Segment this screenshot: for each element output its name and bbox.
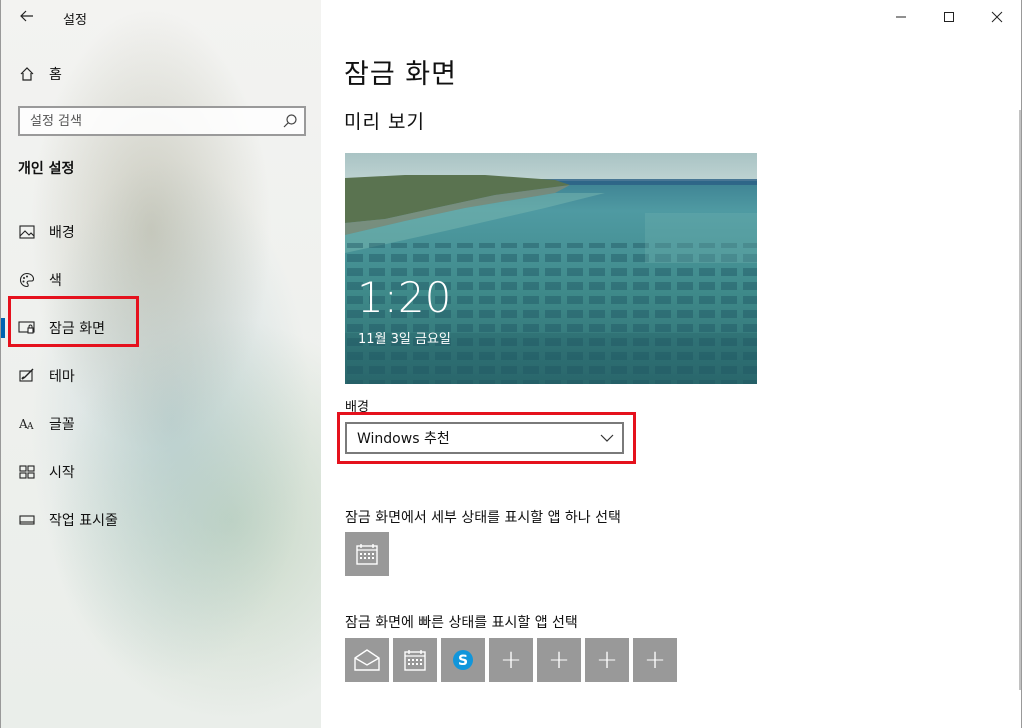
palette-icon bbox=[18, 271, 36, 289]
font-icon: AA bbox=[18, 415, 36, 433]
app-title: 설정 bbox=[63, 13, 87, 28]
search-input[interactable] bbox=[20, 113, 270, 129]
skype-icon: S bbox=[453, 650, 473, 670]
quick-app-add-button[interactable]: + bbox=[537, 638, 581, 682]
sidebar-item-label: 배경 bbox=[49, 225, 75, 241]
page-title: 잠금 화면 bbox=[344, 59, 457, 90]
quick-app-mail-button[interactable] bbox=[345, 638, 389, 682]
sidebar-item-label: 색 bbox=[49, 273, 62, 289]
sidebar-item-home[interactable]: 홈 bbox=[1, 58, 322, 90]
detail-status-heading: 잠금 화면에서 세부 상태를 표시할 앱 하나 선택 bbox=[345, 510, 621, 526]
lock-screen-preview: 1:20 11월 3일 금요일 bbox=[345, 153, 757, 384]
minimize-button[interactable] bbox=[877, 0, 925, 34]
sidebar-item-background[interactable]: 배경 bbox=[1, 208, 322, 256]
back-button[interactable] bbox=[13, 4, 41, 28]
window-controls bbox=[877, 0, 1021, 34]
quick-status-apps: S + + + + bbox=[345, 638, 677, 682]
scrollbar[interactable] bbox=[1019, 110, 1021, 690]
detail-status-app-button[interactable] bbox=[345, 532, 389, 576]
preview-time: 1:20 bbox=[357, 273, 452, 322]
section-heading: 개인 설정 bbox=[18, 161, 75, 177]
calendar-icon bbox=[356, 544, 378, 565]
quick-app-add-button[interactable]: + bbox=[585, 638, 629, 682]
calendar-icon bbox=[404, 650, 426, 671]
sidebar-item-label: 글꼴 bbox=[49, 417, 75, 433]
preview-date: 11월 3일 금요일 bbox=[358, 332, 451, 347]
search-box[interactable] bbox=[18, 106, 306, 136]
preview-heading: 미리 보기 bbox=[344, 111, 425, 133]
main-content: 잠금 화면 미리 보기 1:20 11월 3일 금요일 배경 Windows 추… bbox=[321, 0, 1022, 728]
home-icon bbox=[18, 65, 36, 83]
quick-app-skype-button[interactable]: S bbox=[441, 638, 485, 682]
sidebar-item-label: 홈 bbox=[49, 67, 62, 83]
picture-icon bbox=[18, 223, 36, 241]
mail-icon bbox=[354, 649, 380, 671]
sidebar-item-start[interactable]: 시작 bbox=[1, 448, 322, 496]
sidebar-item-label: 작업 표시줄 bbox=[49, 513, 118, 529]
sidebar-item-fonts[interactable]: AA 글꼴 bbox=[1, 400, 322, 448]
preview-background-image bbox=[345, 153, 757, 384]
taskbar-icon bbox=[18, 511, 36, 529]
sidebar-item-label: 시작 bbox=[49, 465, 75, 481]
sidebar-nav: 배경 색 잠금 화면 테마 AA 글꼴 시작 작업 표시줄 bbox=[1, 208, 322, 544]
svg-text:A: A bbox=[26, 422, 34, 431]
close-button[interactable] bbox=[973, 0, 1021, 34]
sidebar-item-themes[interactable]: 테마 bbox=[1, 352, 322, 400]
close-icon bbox=[991, 11, 1003, 23]
maximize-icon bbox=[944, 12, 954, 22]
annotation-highlight-box bbox=[8, 296, 139, 347]
theme-icon bbox=[18, 367, 36, 385]
sidebar-item-taskbar[interactable]: 작업 표시줄 bbox=[1, 496, 322, 544]
back-arrow-icon bbox=[20, 10, 33, 22]
svg-text:S: S bbox=[458, 653, 468, 669]
search-icon[interactable] bbox=[282, 113, 298, 129]
start-icon bbox=[18, 463, 36, 481]
sidebar: 설정 홈 개인 설정 배경 색 bbox=[0, 0, 321, 728]
quick-status-heading: 잠금 화면에 빠른 상태를 표시할 앱 선택 bbox=[345, 615, 578, 631]
minimize-icon bbox=[896, 16, 906, 18]
annotation-highlight-box bbox=[337, 412, 636, 464]
quick-app-add-button[interactable]: + bbox=[489, 638, 533, 682]
maximize-button[interactable] bbox=[925, 0, 973, 34]
plus-icon: + bbox=[500, 645, 522, 675]
quick-app-add-button[interactable]: + bbox=[633, 638, 677, 682]
sidebar-item-label: 테마 bbox=[49, 369, 75, 385]
plus-icon: + bbox=[596, 645, 618, 675]
quick-app-calendar-button[interactable] bbox=[393, 638, 437, 682]
plus-icon: + bbox=[548, 645, 570, 675]
plus-icon: + bbox=[644, 645, 666, 675]
titlebar-left: 설정 bbox=[1, 0, 322, 34]
